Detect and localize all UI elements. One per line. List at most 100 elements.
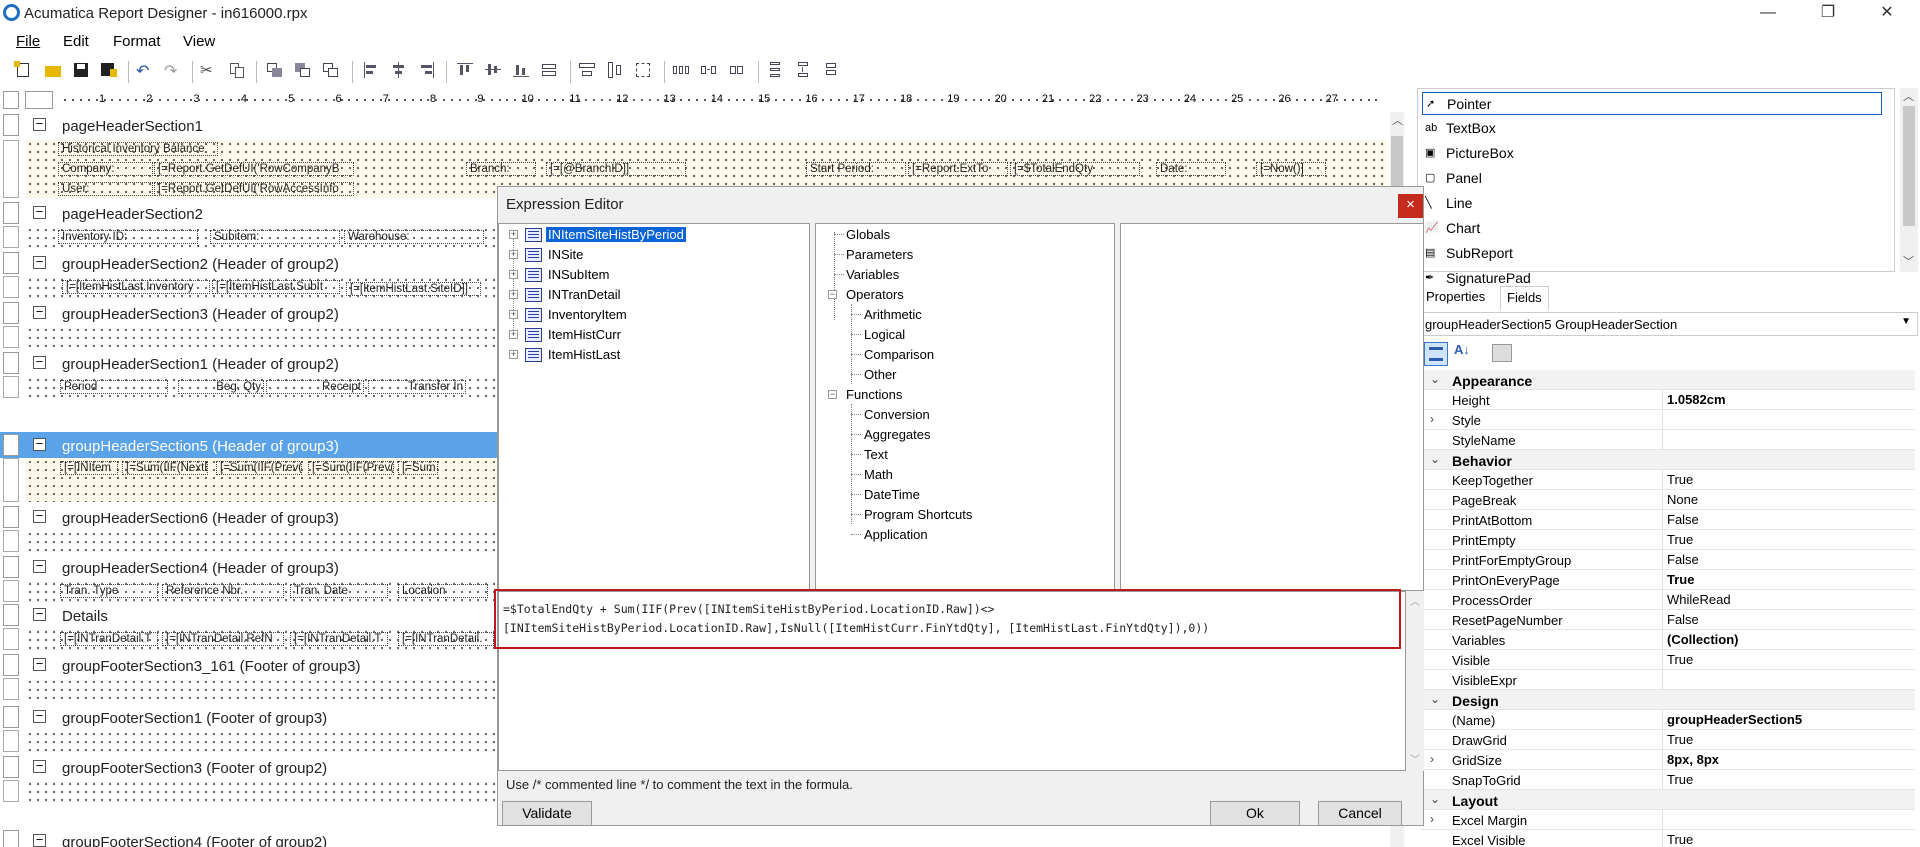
bring-front-icon[interactable] bbox=[266, 61, 284, 79]
property-value[interactable]: groupHeaderSection5 bbox=[1662, 710, 1802, 730]
tree-node-variables[interactable]: Variables bbox=[846, 267, 899, 282]
items-pane[interactable] bbox=[1120, 223, 1424, 591]
period-label[interactable]: Period bbox=[60, 380, 168, 394]
property-value[interactable]: False bbox=[1662, 550, 1699, 570]
sort-alpha-icon[interactable]: A↓ bbox=[1454, 342, 1478, 366]
sum-next-field[interactable]: [=Sum(IIF(NextExi bbox=[122, 461, 208, 475]
date-label[interactable]: Date: bbox=[1156, 162, 1226, 176]
expand-icon[interactable]: + bbox=[509, 350, 518, 359]
tree-node-aggregates[interactable]: Aggregates bbox=[864, 427, 931, 442]
expression-scrollbar[interactable]: ︿ ﹀ bbox=[1406, 591, 1424, 771]
start-period-field[interactable]: [=Report.ExtTo bbox=[908, 162, 1008, 176]
tree-node-initemsitehistbyperiod[interactable]: + INItemSiteHistByPeriod bbox=[509, 227, 799, 245]
subitem-field[interactable]: [=[ItemHistLast.SubIt bbox=[212, 280, 340, 294]
collapse-toggle-icon[interactable]: − bbox=[33, 255, 46, 269]
property-value[interactable]: True bbox=[1662, 730, 1693, 750]
property-category[interactable]: ⌄ Layout bbox=[1420, 790, 1915, 810]
property-row[interactable]: PrintEmpty True bbox=[1420, 530, 1915, 550]
property-value[interactable]: 8px, 8px bbox=[1662, 750, 1719, 770]
sum-field[interactable]: [=Sum bbox=[398, 461, 438, 475]
copy-icon[interactable] bbox=[228, 61, 246, 79]
new-report-icon[interactable] bbox=[14, 61, 32, 79]
branch-label[interactable]: Branch: bbox=[466, 162, 536, 176]
align-center-icon[interactable] bbox=[390, 61, 408, 79]
toolbox-item-panel[interactable]: ▢ Panel bbox=[1422, 167, 1882, 190]
property-row[interactable]: › Style bbox=[1420, 410, 1915, 430]
dialog-close-button[interactable]: × bbox=[1398, 194, 1423, 218]
user-label[interactable]: User: bbox=[58, 182, 153, 196]
size-to-grid-icon[interactable] bbox=[634, 61, 652, 79]
property-row[interactable]: PrintAtBottom False bbox=[1420, 510, 1915, 530]
tree-node-itemhistcurr[interactable]: + ItemHistCurr bbox=[509, 327, 799, 345]
property-row[interactable]: StyleName bbox=[1420, 430, 1915, 450]
chevron-right-icon[interactable]: › bbox=[1430, 412, 1434, 426]
date-field[interactable]: [=Now()] bbox=[1256, 162, 1326, 176]
toolbox-item-textbox[interactable]: ab TextBox bbox=[1422, 117, 1882, 140]
collapse-toggle-icon[interactable]: − bbox=[33, 437, 46, 451]
toolbox-item-line[interactable]: ╲ Line bbox=[1422, 192, 1882, 215]
collapse-toggle-icon[interactable]: − bbox=[33, 559, 46, 573]
collapse-toggle-icon[interactable]: − bbox=[33, 509, 46, 523]
v-spacing-decrease-icon[interactable] bbox=[822, 61, 840, 79]
h-spacing-equal-icon[interactable] bbox=[672, 61, 690, 79]
property-row[interactable]: DrawGrid True bbox=[1420, 730, 1915, 750]
scroll-up-icon[interactable]: ︿ bbox=[1392, 112, 1403, 128]
property-value[interactable]: True bbox=[1662, 570, 1694, 590]
property-value[interactable] bbox=[1662, 810, 1667, 830]
same-height-icon[interactable] bbox=[606, 61, 624, 79]
tree-node-itemhistlast[interactable]: + ItemHistLast bbox=[509, 347, 799, 365]
redo-icon[interactable]: ↷ bbox=[164, 61, 182, 80]
h-spacing-decrease-icon[interactable] bbox=[728, 61, 746, 79]
same-size-icon[interactable] bbox=[540, 61, 558, 79]
tree-node-intrandetail[interactable]: + INTranDetail bbox=[509, 287, 799, 305]
property-row[interactable]: ResetPageNumber False bbox=[1420, 610, 1915, 630]
property-value[interactable]: (Collection) bbox=[1662, 630, 1739, 650]
validate-button[interactable]: Validate bbox=[502, 801, 592, 826]
property-value[interactable] bbox=[1662, 430, 1667, 450]
menu-view[interactable]: View bbox=[183, 33, 215, 50]
tree-node-datetime[interactable]: DateTime bbox=[864, 487, 920, 502]
save-icon[interactable] bbox=[72, 61, 90, 79]
company-label[interactable]: Company: bbox=[58, 162, 153, 176]
align-right-icon[interactable] bbox=[418, 61, 436, 79]
object-selector[interactable]: groupHeaderSection5 GroupHeaderSection ▼ bbox=[1420, 312, 1918, 336]
v-spacing-increase-icon[interactable] bbox=[794, 61, 812, 79]
tran-date-label[interactable]: Tran. Date bbox=[290, 584, 388, 598]
property-row[interactable]: VisibleExpr bbox=[1420, 670, 1915, 690]
ref-nbr-field[interactable]: [=[INTranDetail.RefN bbox=[162, 632, 284, 646]
sum-prev-field-2[interactable]: [=Sum(IIF(Prev([I bbox=[308, 461, 394, 475]
save-as-icon[interactable] bbox=[100, 61, 118, 79]
chevron-right-icon[interactable]: › bbox=[1430, 752, 1434, 766]
group-icon[interactable] bbox=[322, 61, 340, 79]
tree-node-globals[interactable]: Globals bbox=[846, 227, 890, 242]
categorized-icon[interactable] bbox=[1424, 342, 1448, 366]
tree-node-arithmetic[interactable]: Arithmetic bbox=[864, 307, 922, 322]
initem-field[interactable]: [=[INItem bbox=[60, 461, 118, 475]
tree-node-other[interactable]: Other bbox=[864, 367, 897, 382]
property-value[interactable]: None bbox=[1662, 490, 1698, 510]
collapse-toggle-icon[interactable]: − bbox=[33, 709, 46, 723]
property-value[interactable]: True bbox=[1662, 470, 1693, 490]
expand-icon[interactable]: + bbox=[509, 230, 518, 239]
tree-node-comparison[interactable]: Comparison bbox=[864, 347, 934, 362]
undo-icon[interactable]: ↶ bbox=[136, 61, 154, 80]
expand-icon[interactable]: + bbox=[509, 250, 518, 259]
property-row[interactable]: KeepTogether True bbox=[1420, 470, 1915, 490]
align-top-icon[interactable] bbox=[456, 61, 474, 79]
property-row[interactable]: SnapToGrid True bbox=[1420, 770, 1915, 790]
toolbox-item-picturebox[interactable]: ▣ PictureBox bbox=[1422, 142, 1882, 165]
align-bottom-icon[interactable] bbox=[512, 61, 530, 79]
toolbox-scrollbar[interactable]: ︿ ﹀ bbox=[1900, 88, 1918, 272]
property-row[interactable]: › Excel Margin bbox=[1420, 810, 1915, 830]
collapse-toggle-icon[interactable]: − bbox=[33, 117, 46, 131]
property-value[interactable]: True bbox=[1662, 530, 1693, 550]
branch-field[interactable]: [=[@BranchID]] bbox=[546, 162, 686, 176]
collapse-toggle-icon[interactable]: − bbox=[33, 657, 46, 671]
transfer-in-label[interactable]: Transfer In bbox=[368, 380, 466, 394]
tab-properties[interactable]: Properties bbox=[1420, 286, 1491, 310]
sum-prev-field-1[interactable]: [=Sum(IIF(Prev([I bbox=[216, 461, 302, 475]
property-category[interactable]: ⌄ Behavior bbox=[1420, 450, 1915, 470]
property-grid[interactable]: ⌄ Appearance Height 1.0582cm › Style StyleName… bbox=[1420, 370, 1915, 847]
chevron-down-icon[interactable]: ⌄ bbox=[1430, 692, 1440, 706]
inventory-field[interactable]: [=[ItemHistLast.Inventory bbox=[62, 280, 210, 294]
